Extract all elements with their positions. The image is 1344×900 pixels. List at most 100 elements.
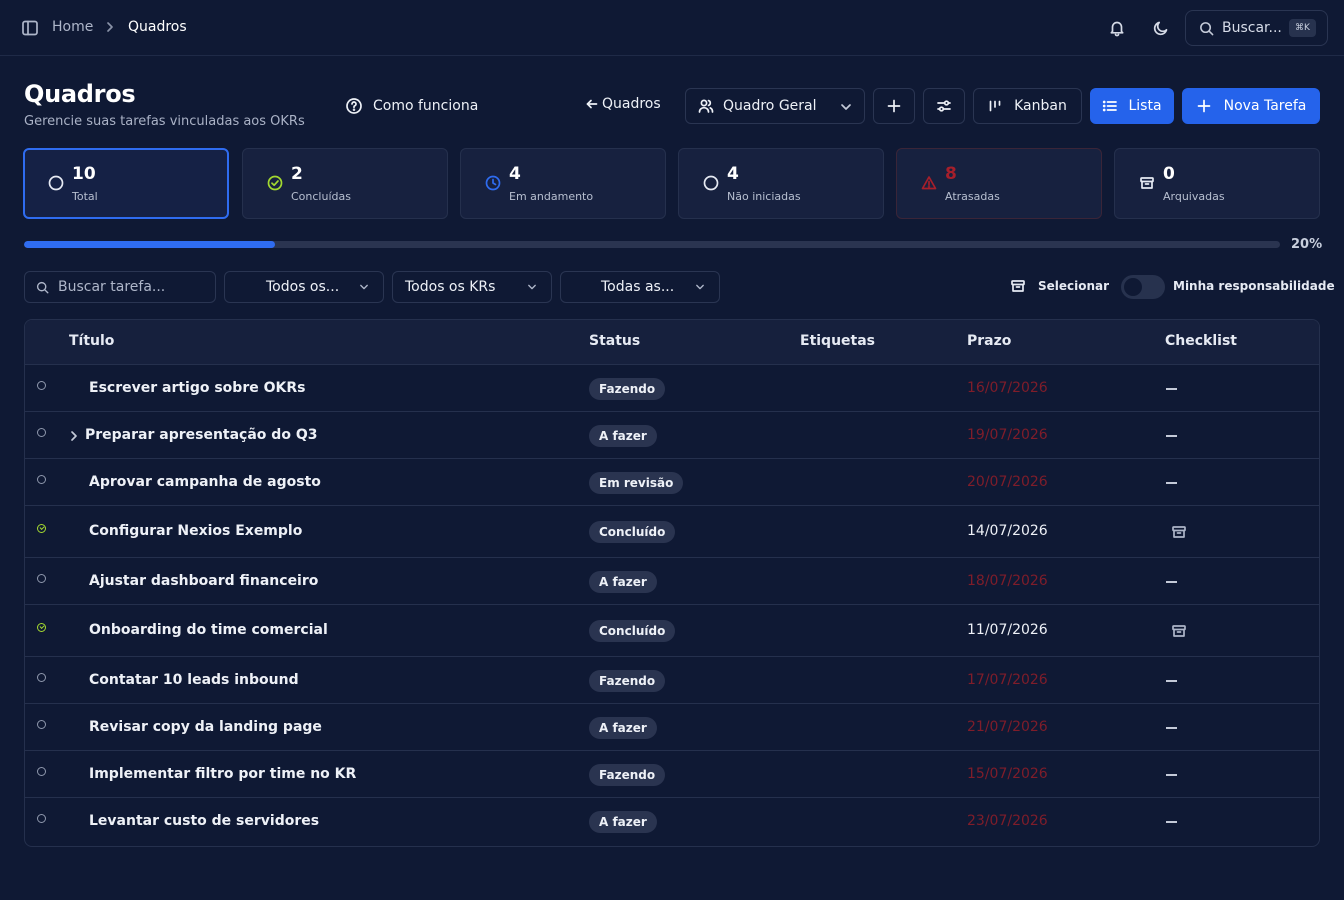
column-header-title[interactable]: Título: [69, 333, 114, 349]
global-search-button[interactable]: Buscar... ⌘K: [1185, 10, 1328, 46]
back-to-boards-link[interactable]: Quadros: [586, 96, 661, 112]
back-to-boards-label: Quadros: [602, 96, 661, 112]
task-search-input[interactable]: Buscar tarefa...: [24, 271, 216, 303]
search-icon: [36, 281, 49, 294]
checklist-empty-dash: [1166, 434, 1177, 437]
page-title: Quadros: [24, 80, 136, 108]
task-title[interactable]: Revisar copy da landing page: [89, 719, 322, 735]
status-badge[interactable]: Em revisão: [589, 471, 684, 494]
toggle-knob: [1124, 278, 1142, 296]
select-mode-button[interactable]: Selecionar: [1010, 278, 1109, 294]
top-bar: Home Quadros Buscar... ⌘K: [0, 0, 1344, 56]
kanban-view-button[interactable]: Kanban: [973, 88, 1082, 124]
due-date: 14/07/2026: [967, 523, 1048, 539]
filter-select-3[interactable]: Todas as...: [560, 271, 720, 303]
status-badge[interactable]: Fazendo: [589, 763, 666, 786]
checklist-empty-dash: [1166, 679, 1177, 682]
filter-select-1[interactable]: Todos os...: [224, 271, 384, 303]
stat-value: 0: [1163, 164, 1175, 184]
status-badge[interactable]: Concluído: [589, 620, 676, 642]
table-row[interactable]: Onboarding do time comercial Concluído 11/…: [25, 605, 1319, 657]
due-date: 19/07/2026: [967, 426, 1048, 443]
add-board-button[interactable]: [873, 88, 915, 124]
filter-select-krs[interactable]: Todos os KRs: [392, 271, 552, 303]
circle-icon[interactable]: [37, 573, 46, 583]
status-badge[interactable]: Fazendo: [589, 377, 666, 400]
breadcrumb-home[interactable]: Home: [52, 19, 93, 35]
clock-icon: [485, 175, 501, 191]
breadcrumb-current: Quadros: [128, 19, 187, 35]
archive-icon: [1010, 278, 1026, 294]
circle-icon[interactable]: [37, 813, 46, 823]
circle-icon: [703, 175, 719, 191]
table-row[interactable]: Preparar apresentação do Q3 A fazer 19/07/…: [25, 412, 1319, 459]
status-badge[interactable]: Fazendo: [589, 669, 666, 692]
chevron-down-icon: [840, 102, 852, 112]
circle-icon[interactable]: [37, 427, 46, 437]
task-title[interactable]: Levantar custo de servidores: [89, 813, 319, 829]
new-task-button[interactable]: Nova Tarefa: [1182, 88, 1320, 124]
column-header-checklist[interactable]: Checklist: [1165, 333, 1237, 349]
archive-icon[interactable]: [1171, 623, 1187, 639]
check-circle-icon: [267, 175, 283, 191]
how-it-works-label: Como funciona: [373, 98, 479, 114]
task-title[interactable]: Preparar apresentação do Q3: [85, 427, 317, 443]
circle-icon[interactable]: [37, 672, 46, 682]
sidebar-toggle-icon[interactable]: [21, 19, 39, 37]
stat-card-not-started[interactable]: 4 Não iniciadas: [678, 148, 884, 219]
circle-icon[interactable]: [37, 719, 46, 729]
page-subtitle: Gerencie suas tarefas vinculadas aos OKR…: [24, 114, 305, 129]
task-title[interactable]: Onboarding do time comercial: [89, 622, 328, 638]
table-row[interactable]: Levantar custo de servidores A fazer 23/07…: [25, 798, 1319, 845]
status-badge[interactable]: Concluído: [589, 521, 676, 543]
task-title[interactable]: Aprovar campanha de agosto: [89, 474, 321, 490]
column-header-due[interactable]: Prazo: [967, 333, 1011, 349]
check-circle-icon[interactable]: [37, 623, 46, 632]
circle-icon[interactable]: [37, 766, 46, 776]
stat-value: 4: [727, 164, 739, 184]
stat-card-late[interactable]: 8 Atrasadas: [896, 148, 1102, 219]
task-title[interactable]: Implementar filtro por time no KR: [89, 766, 356, 782]
column-header-status[interactable]: Status: [589, 333, 640, 349]
table-row[interactable]: Configurar Nexios Exemplo Concluído 14/07/…: [25, 506, 1319, 558]
chevron-right-icon[interactable]: [69, 430, 79, 442]
table-row[interactable]: Implementar filtro por time no KR Fazendo…: [25, 751, 1319, 798]
checklist-empty-dash: [1166, 820, 1177, 823]
progress-percent: 20%: [1291, 237, 1323, 252]
status-badge[interactable]: A fazer: [589, 424, 657, 447]
stat-card-total[interactable]: 10 Total: [23, 148, 229, 219]
circle-icon[interactable]: [37, 380, 46, 390]
task-title[interactable]: Contatar 10 leads inbound: [89, 672, 299, 688]
checklist-empty-dash: [1166, 726, 1177, 729]
moon-icon[interactable]: [1152, 19, 1170, 37]
stat-card-in-progress[interactable]: 4 Em andamento: [460, 148, 666, 219]
status-badge[interactable]: A fazer: [589, 810, 657, 833]
bell-icon[interactable]: [1108, 19, 1126, 37]
how-it-works-link[interactable]: Como funciona: [345, 96, 478, 116]
stat-value: 2: [291, 164, 303, 184]
status-badge[interactable]: A fazer: [589, 570, 657, 593]
filter-select-value: Todas as...: [601, 279, 675, 295]
task-title[interactable]: Ajustar dashboard financeiro: [89, 573, 318, 589]
board-settings-button[interactable]: [923, 88, 965, 124]
task-title[interactable]: Escrever artigo sobre OKRs: [89, 380, 305, 396]
search-shortcut: ⌘K: [1289, 19, 1316, 37]
stat-card-archived[interactable]: 0 Arquivadas: [1114, 148, 1320, 219]
checklist-empty-dash: [1166, 481, 1177, 484]
table-row[interactable]: Ajustar dashboard financeiro A fazer 18/07…: [25, 558, 1319, 605]
status-badge[interactable]: A fazer: [589, 716, 657, 739]
help-circle-icon: [345, 97, 363, 115]
list-view-button[interactable]: Lista: [1090, 88, 1174, 124]
board-select[interactable]: Quadro Geral: [685, 88, 865, 124]
column-header-tags[interactable]: Etiquetas: [800, 333, 875, 349]
archive-icon[interactable]: [1171, 524, 1187, 540]
stat-card-done[interactable]: 2 Concluídas: [242, 148, 448, 219]
check-circle-icon[interactable]: [37, 524, 46, 533]
my-responsibility-toggle[interactable]: [1121, 275, 1165, 299]
task-title[interactable]: Configurar Nexios Exemplo: [89, 523, 302, 539]
table-row[interactable]: Contatar 10 leads inbound Fazendo 17/07/20…: [25, 657, 1319, 704]
table-row[interactable]: Revisar copy da landing page A fazer 21/07…: [25, 704, 1319, 751]
circle-icon[interactable]: [37, 474, 46, 484]
table-row[interactable]: Escrever artigo sobre OKRs Fazendo 16/07/2…: [25, 365, 1319, 412]
table-row[interactable]: Aprovar campanha de agosto Em revisão 20/0…: [25, 459, 1319, 506]
